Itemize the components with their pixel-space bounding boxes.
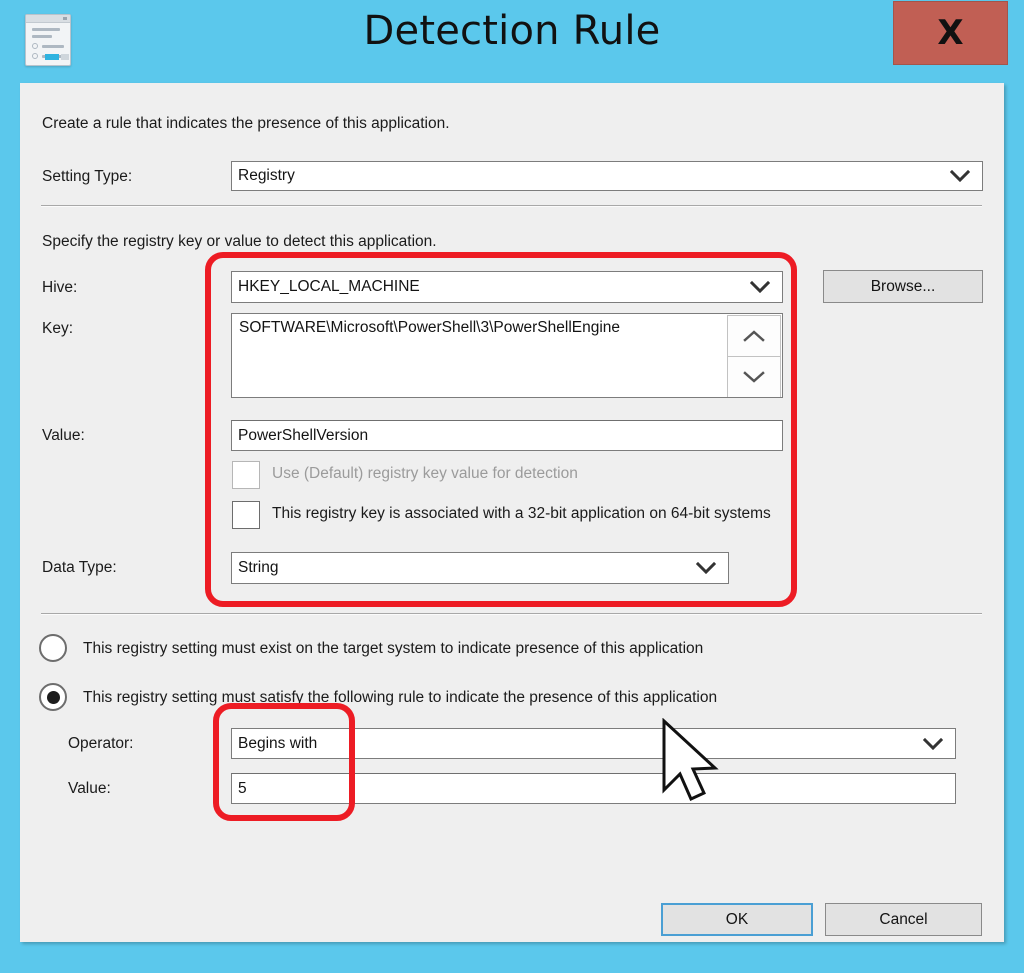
hive-value: HKEY_LOCAL_MACHINE [238, 278, 420, 295]
radio-must-exist-label: This registry setting must exist on the … [83, 640, 704, 657]
chevron-down-icon [923, 737, 943, 750]
operator-label: Operator: [68, 735, 134, 752]
browse-button[interactable]: Browse... [823, 270, 983, 303]
registry-value-label: Value: [42, 427, 85, 444]
cancel-button[interactable]: Cancel [825, 903, 982, 936]
key-label: Key: [42, 320, 74, 337]
setting-type-select[interactable]: Registry [231, 161, 983, 191]
key-scroll-down-button[interactable] [727, 356, 781, 397]
radio-must-satisfy[interactable] [39, 683, 67, 711]
detection-rule-window: Detection Rule X Create a rule that indi… [0, 0, 1024, 973]
chevron-down-icon [950, 170, 970, 182]
operator-select[interactable]: Begins with [231, 728, 956, 759]
close-icon: X [937, 13, 964, 53]
divider-top [41, 205, 982, 207]
setting-type-value: Registry [238, 167, 295, 184]
key-input[interactable]: SOFTWARE\Microsoft\PowerShell\3\PowerShe… [231, 313, 783, 398]
operator-value: Begins with [238, 734, 318, 752]
key-scroll-up-button[interactable] [727, 315, 781, 357]
title-bar: Detection Rule X [0, 0, 1024, 83]
data-type-label: Data Type: [42, 559, 117, 576]
divider-middle [41, 613, 982, 615]
key-value: SOFTWARE\Microsoft\PowerShell\3\PowerShe… [239, 319, 621, 336]
rule-value-label: Value: [68, 780, 111, 797]
hive-label: Hive: [42, 279, 78, 296]
use-default-checkbox [232, 461, 260, 489]
setting-type-label: Setting Type: [42, 168, 133, 185]
hive-select[interactable]: HKEY_LOCAL_MACHINE [231, 271, 783, 303]
page-title: Detection Rule [363, 8, 661, 54]
wow64-checkbox-label: This registry key is associated with a 3… [272, 505, 771, 522]
dialog-content: Create a rule that indicates the presenc… [20, 83, 1004, 942]
rule-value-input[interactable]: 5 [231, 773, 956, 804]
chevron-down-icon [750, 281, 770, 293]
use-default-checkbox-label: Use (Default) registry key value for det… [272, 465, 578, 482]
radio-selected-indicator [46, 690, 60, 704]
wow64-checkbox[interactable] [232, 501, 260, 529]
radio-must-satisfy-label: This registry setting must satisfy the f… [83, 689, 718, 706]
radio-must-exist[interactable] [39, 634, 67, 662]
registry-value-input[interactable]: PowerShellVersion [231, 420, 783, 451]
intro-text-create-rule: Create a rule that indicates the presenc… [42, 115, 450, 132]
close-button[interactable]: X [893, 1, 1008, 65]
data-type-value: String [238, 559, 279, 576]
intro-text-specify-registry: Specify the registry key or value to det… [42, 233, 437, 250]
ok-button[interactable]: OK [661, 903, 813, 936]
data-type-select[interactable]: String [231, 552, 729, 584]
chevron-down-icon [696, 562, 716, 574]
